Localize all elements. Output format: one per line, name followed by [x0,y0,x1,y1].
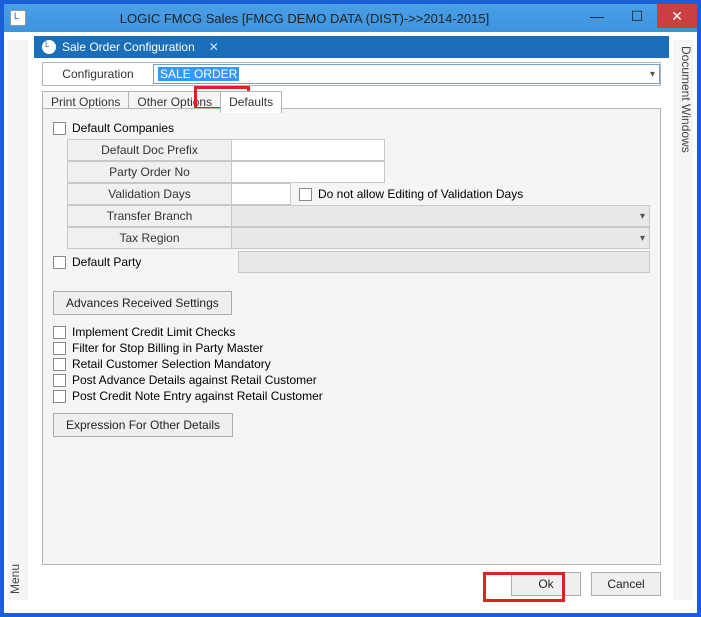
post-credit-note-row[interactable]: Post Credit Note Entry against Retail Cu… [53,389,650,403]
no-edit-validation-label: Do not allow Editing of Validation Days [318,187,523,201]
transfer-branch-label: Transfer Branch [67,205,231,227]
retail-mandatory-label: Retail Customer Selection Mandatory [72,357,271,371]
chevron-down-icon: ▾ [640,211,645,222]
stop-billing-label: Filter for Stop Billing in Party Master [72,341,263,355]
configuration-select[interactable]: SALE ORDER ▾ [153,64,660,84]
cancel-button[interactable]: Cancel [591,572,661,596]
document-windows-strip[interactable]: Document Windows [673,40,693,600]
default-companies-label: Default Companies [72,121,174,135]
configuration-row: Configuration SALE ORDER ▾ [42,62,661,86]
titlebar: LOGIC FMCG Sales [FMCG DEMO DATA (DIST)-… [4,4,697,32]
document-tab[interactable]: Sale Order Configuration ✕ [34,36,227,58]
post-credit-note-label: Post Credit Note Entry against Retail Cu… [72,389,323,403]
close-button[interactable]: ✕ [657,4,697,28]
stop-billing-row[interactable]: Filter for Stop Billing in Party Master [53,341,650,355]
doc-tab-title: Sale Order Configuration [62,40,195,54]
doc-tab-icon [42,40,56,54]
post-credit-note-checkbox[interactable] [53,390,66,403]
retail-mandatory-checkbox[interactable] [53,358,66,371]
retail-mandatory-row[interactable]: Retail Customer Selection Mandatory [53,357,650,371]
configuration-label: Configuration [43,67,153,81]
default-party-input[interactable] [238,251,650,273]
post-advance-row[interactable]: Post Advance Details against Retail Cust… [53,373,650,387]
tax-region-label: Tax Region [67,227,231,249]
party-order-no-label: Party Order No [67,161,231,183]
credit-limit-row[interactable]: Implement Credit Limit Checks [53,325,650,339]
doc-tab-close-icon[interactable]: ✕ [209,40,219,54]
no-edit-validation-row[interactable]: Do not allow Editing of Validation Days [299,187,523,201]
dialog-button-bar: Ok Cancel [42,569,661,599]
advances-received-settings-button[interactable]: Advances Received Settings [53,291,232,315]
configuration-value: SALE ORDER [158,67,239,81]
credit-limit-checkbox[interactable] [53,326,66,339]
chevron-down-icon: ▾ [650,69,655,80]
post-advance-label: Post Advance Details against Retail Cust… [72,373,317,387]
expression-for-other-details-button[interactable]: Expression For Other Details [53,413,233,437]
default-party-row[interactable]: Default Party [53,251,650,273]
stop-billing-checkbox[interactable] [53,342,66,355]
ok-button[interactable]: Ok [511,572,581,596]
app-icon [10,10,26,26]
window-controls: — ☐ ✕ [577,4,697,32]
default-companies-checkbox[interactable] [53,122,66,135]
chevron-down-icon: ▾ [640,233,645,244]
post-advance-checkbox[interactable] [53,374,66,387]
validation-days-input[interactable] [231,183,291,205]
document-tabbar: Sale Order Configuration ✕ [34,36,669,58]
window-title: LOGIC FMCG Sales [FMCG DEMO DATA (DIST)-… [32,11,577,26]
credit-limit-label: Implement Credit Limit Checks [72,325,235,339]
tab-defaults[interactable]: Defaults [220,91,282,113]
default-party-label: Default Party [72,255,232,269]
validation-days-label: Validation Days [67,183,231,205]
transfer-branch-select[interactable]: ▾ [231,205,650,227]
tax-region-select[interactable]: ▾ [231,227,650,249]
maximize-button[interactable]: ☐ [617,4,657,28]
defaults-panel: Default Companies Default Doc Prefix Par… [42,108,661,565]
default-party-checkbox[interactable] [53,256,66,269]
no-edit-validation-checkbox[interactable] [299,188,312,201]
default-companies-row[interactable]: Default Companies [53,121,650,135]
menu-strip[interactable]: Menu [8,40,28,600]
doc-prefix-label: Default Doc Prefix [67,139,231,161]
doc-prefix-input[interactable] [231,139,385,161]
minimize-button[interactable]: — [577,4,617,28]
party-order-no-input[interactable] [231,161,385,183]
